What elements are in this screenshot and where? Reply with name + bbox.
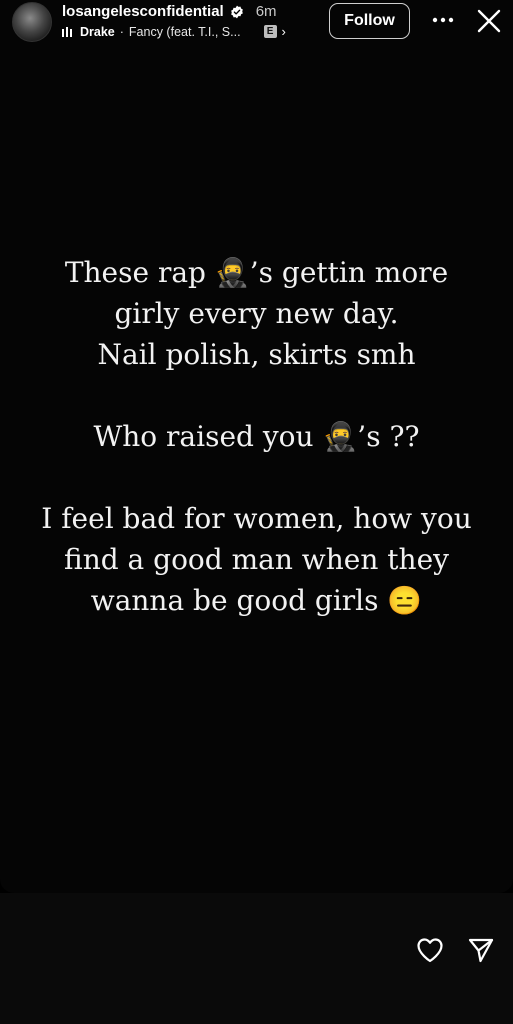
music-bars-icon xyxy=(62,26,72,37)
music-separator: · xyxy=(119,24,124,39)
follow-button[interactable]: Follow xyxy=(329,3,410,39)
avatar[interactable] xyxy=(12,2,52,42)
story-text: These rap 🥷’s gettin more girly every ne… xyxy=(0,252,513,621)
close-icon[interactable] xyxy=(476,8,502,34)
story-line: I feel bad for women, how you xyxy=(41,502,472,535)
chevron-right-icon: › xyxy=(281,24,286,39)
heart-icon[interactable] xyxy=(416,937,444,963)
story-line: Who raised you 🥷’s ?? xyxy=(93,420,420,453)
username-row: losangelesconfidential 6m xyxy=(62,3,277,20)
verified-badge-icon xyxy=(230,5,243,18)
ellipsis-icon[interactable] xyxy=(430,10,456,30)
story-line: find a good man when they xyxy=(64,543,449,576)
send-icon[interactable] xyxy=(467,936,495,964)
story-line: girly every new day. xyxy=(114,297,399,330)
story-line: These rap 🥷’s gettin more xyxy=(64,256,449,289)
story-line: wanna be good girls 😑 xyxy=(90,584,423,617)
timestamp: 6m xyxy=(255,3,277,20)
story-line: Nail polish, skirts smh xyxy=(97,338,416,371)
username[interactable]: losangelesconfidential xyxy=(62,3,224,20)
explicit-badge: E xyxy=(263,25,277,38)
music-artist: Drake xyxy=(80,24,115,39)
story-line-gap xyxy=(0,375,513,416)
music-track: Fancy (feat. T.I., S... xyxy=(128,24,241,39)
story-header: losangelesconfidential 6m Drake · Fancy … xyxy=(0,0,513,48)
story-line-gap xyxy=(0,457,513,498)
story-viewer[interactable]: losangelesconfidential 6m Drake · Fancy … xyxy=(0,0,513,893)
music-attribution[interactable]: Drake · Fancy (feat. T.I., S... E › xyxy=(62,24,286,39)
